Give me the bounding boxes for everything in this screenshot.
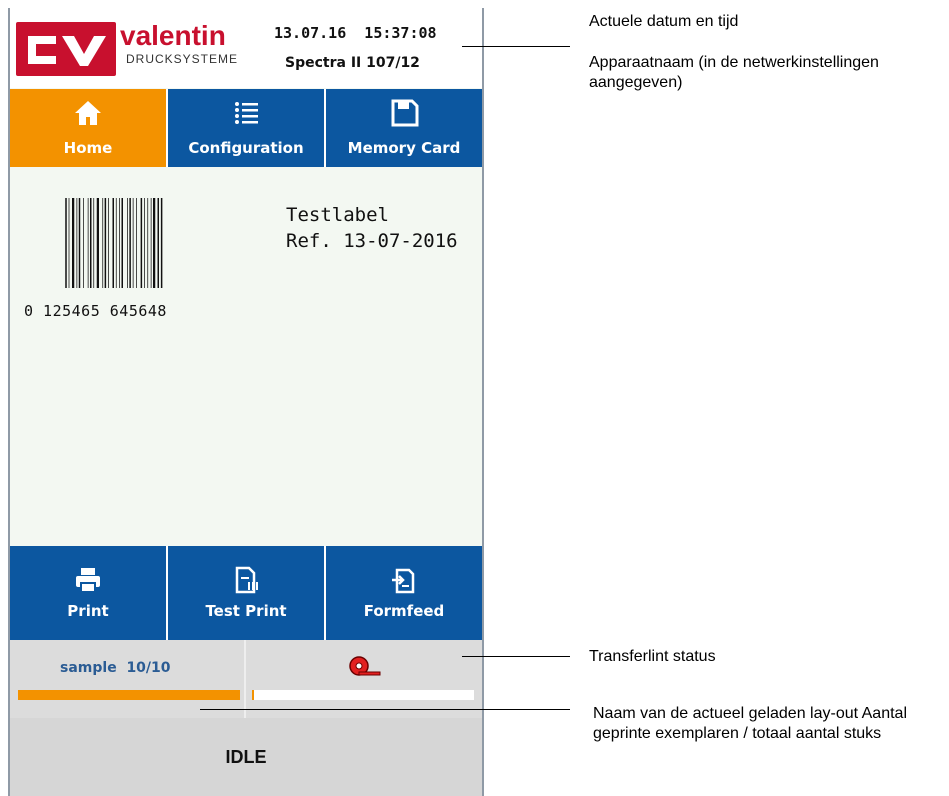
layout-name-count: sample 10/10 [60,660,171,676]
barcode-bar [129,198,131,288]
barcode-bar [102,198,104,288]
callout-line-datetime [462,46,570,47]
callout-datetime: Actuele datum en tijd [589,13,739,30]
callout-layout: Naam van de actueel geladen lay-out Aant… [593,705,907,742]
action-bar: Print Test Print Formfeed [10,546,482,640]
barcode-bar [90,198,92,288]
formfeed-label: Formfeed [363,602,445,620]
status-row: sample 10/10 [10,640,482,718]
barcode-bar [65,198,67,288]
barcode-bar [144,198,145,288]
list-icon [168,99,324,132]
label-line-1: Testlabel [286,204,389,226]
tab-home[interactable]: Home [10,89,168,167]
cv-logo-mark [16,22,116,76]
barcode-bar [136,198,137,288]
main-tabs: Home Configuration Memory Card [10,89,482,167]
barcode-bar [115,198,117,288]
print-progress-fill [18,690,240,700]
barcode-bar [68,198,70,288]
tab-home-label: Home [63,139,113,157]
barcode [65,198,163,288]
layout-status: sample 10/10 [10,640,246,718]
tab-configuration[interactable]: Configuration [168,89,326,167]
barcode-bar [87,198,89,288]
barcode-bar [83,198,84,288]
barcode-bar [78,198,81,288]
barcode-bar [76,198,78,288]
test-print-icon [168,566,324,599]
callout-line-layout [200,709,570,710]
layout-name: sample [60,660,117,676]
tab-configuration-label: Configuration [188,139,304,157]
test-print-button[interactable]: Test Print [168,546,326,640]
barcode-bar [112,198,114,288]
barcode-bar [127,198,128,288]
printer-state: IDLE [10,718,482,796]
formfeed-button[interactable]: Formfeed [326,546,482,640]
barcode-bar [140,198,143,288]
ribbon-icon [348,654,382,683]
print-label: Print [67,602,109,620]
ribbon-level-fill [252,690,255,700]
barcode-bar [121,198,123,288]
callout-device-name: Apparaatnaam (in de netwerkinstellingen … [589,54,879,91]
formfeed-icon [326,566,482,599]
barcode-bar [132,198,134,288]
ribbon-level-bar [252,690,474,700]
print-button[interactable]: Print [10,546,168,640]
display-header: valentin DRUCKSYSTEME 13.07.16 15:37:08 … [10,8,482,88]
barcode-bar [108,198,109,288]
date-time: 13.07.16 15:37:08 [274,24,437,42]
label-text: Testlabel Ref. 13-07-2016 [286,202,458,254]
home-icon [10,99,166,132]
brand-subtitle: DRUCKSYSTEME [126,52,239,66]
barcode-bar [104,198,107,288]
barcode-bar [72,198,75,288]
barcode-digits: 0 125465 645648 [24,302,167,320]
barcode-bar [147,198,149,288]
barcode-bar [160,198,163,288]
barcode-bar [119,198,120,288]
label-preview: 0 125465 645648 Testlabel Ref. 13-07-201… [10,168,482,546]
barcode-bar [96,198,99,288]
printer-display: valentin DRUCKSYSTEME 13.07.16 15:37:08 … [8,8,484,796]
brand-name: valentin [120,20,226,51]
barcode-bar [153,198,156,288]
printer-icon [10,566,166,599]
save-icon [326,99,482,132]
ribbon-status [246,640,482,718]
valentin-logo: valentin DRUCKSYSTEME [16,20,241,78]
barcode-bar [150,198,152,288]
device-name: Spectra II 107/12 [285,55,420,71]
print-progress-bar [18,690,240,700]
label-line-2: Ref. 13-07-2016 [286,230,458,252]
callout-line-ribbon [462,656,570,657]
barcode-bar [157,198,159,288]
barcode-bar [93,198,95,288]
test-print-label: Test Print [205,602,287,620]
tab-memory-card-label: Memory Card [347,139,461,157]
printed-count: 10/10 [126,660,171,676]
tab-memory-card[interactable]: Memory Card [326,89,482,167]
callout-ribbon: Transferlint status [589,648,716,665]
